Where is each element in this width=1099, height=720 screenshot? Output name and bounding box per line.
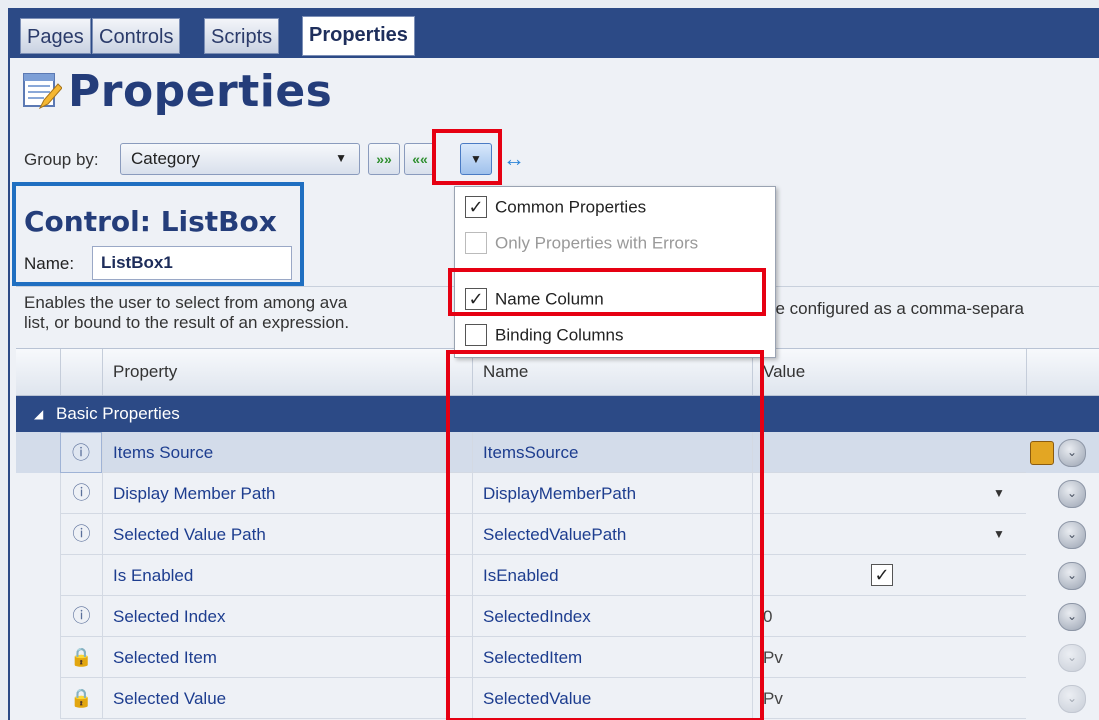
property-cell: Selected Item — [102, 637, 472, 678]
table-row[interactable]: ⓘ Display Member Path DisplayMemberPath … — [16, 473, 1099, 514]
checkbox-checked[interactable]: ✓ — [465, 196, 487, 218]
table-row[interactable]: ⓘ Selected Value Path SelectedValuePath … — [16, 514, 1099, 555]
options-button: ⌄ — [1058, 685, 1086, 713]
value-column-header[interactable]: Value — [752, 349, 1026, 395]
property-cell: Items Source — [102, 432, 472, 473]
name-cell: SelectedValue — [472, 678, 752, 719]
collapse-all-icon: «« — [412, 151, 428, 167]
menu-item-binding-columns[interactable]: Binding Columns — [465, 324, 624, 347]
chevron-down-icon[interactable]: ▼ — [993, 514, 1005, 555]
menu-item-label: Common Properties — [495, 197, 647, 217]
collapse-all-button[interactable]: «« — [404, 143, 436, 175]
options-dropdown-menu: ✓ Common Properties Only Properties with … — [454, 186, 776, 358]
tab-properties[interactable]: Properties — [302, 16, 415, 56]
control-name-field[interactable]: ListBox1 — [92, 246, 292, 280]
properties-panel: Pages Controls Scripts Properties Proper… — [8, 8, 1099, 720]
group-by-value: Category — [131, 149, 200, 168]
empty-icon-cell — [60, 555, 102, 596]
description-line2: list, or bound to the result of an expre… — [24, 313, 350, 332]
resize-columns-icon[interactable]: ↔ — [503, 148, 525, 170]
checkbox-unchecked[interactable] — [465, 324, 487, 346]
tab-bar: Pages Controls Scripts Properties — [10, 10, 1099, 58]
description-line1-end: be configured as a comma-separa — [766, 299, 1024, 318]
value-cell: Pv — [752, 678, 1026, 719]
lock-icon: 🔒 — [60, 637, 102, 678]
description-line1: Enables the user to select from among av… — [24, 293, 348, 312]
menu-item-only-errors: Only Properties with Errors — [465, 232, 699, 255]
options-dropdown-button[interactable]: ▼ — [460, 143, 492, 175]
expand-all-icon: »» — [376, 151, 392, 167]
icon-column-header — [60, 349, 102, 395]
control-title: Control: ListBox — [24, 205, 277, 238]
table-row[interactable]: 🔒 Selected Item SelectedItem Pv ⌄ — [16, 637, 1099, 678]
chevron-down-icon: ▼ — [470, 152, 482, 166]
value-cell[interactable]: ▼ — [752, 514, 1026, 555]
group-by-select[interactable]: Category ▼ — [120, 143, 360, 175]
table-row[interactable]: ⓘ Items Source ItemsSource ⌄ — [16, 432, 1099, 473]
property-column-header[interactable]: Property — [102, 349, 472, 395]
options-button[interactable]: ⌄ — [1058, 480, 1086, 508]
checkbox-unchecked — [465, 232, 487, 254]
name-cell: SelectedItem — [472, 637, 752, 678]
value-cell[interactable]: ▼ — [752, 473, 1026, 514]
options-button: ⌄ — [1058, 644, 1086, 672]
name-cell: DisplayMemberPath — [472, 473, 752, 514]
tab-scripts[interactable]: Scripts — [204, 18, 280, 54]
properties-icon — [22, 70, 63, 112]
table-row[interactable]: Is Enabled IsEnabled ✓ ⌄ — [16, 555, 1099, 596]
options-button[interactable]: ⌄ — [1058, 603, 1086, 631]
value-cell[interactable]: 0 — [752, 596, 1026, 637]
info-icon[interactable]: ⓘ — [60, 596, 102, 637]
expand-all-button[interactable]: »» — [368, 143, 400, 175]
name-cell: IsEnabled — [472, 555, 752, 596]
name-label: Name: — [24, 254, 75, 273]
name-cell: ItemsSource — [472, 432, 752, 473]
tab-pages[interactable]: Pages — [20, 18, 91, 54]
value-cell[interactable] — [752, 432, 1026, 473]
chevron-down-icon[interactable]: ▼ — [993, 473, 1005, 514]
group-by-label: Group by: — [24, 150, 99, 169]
table-row[interactable]: 🔒 Selected Value SelectedValue Pv ⌄ — [16, 678, 1099, 719]
chevron-down-icon: ▼ — [335, 151, 347, 165]
table-row[interactable]: ⓘ Selected Index SelectedIndex 0 ⌄ — [16, 596, 1099, 637]
group-basic-properties[interactable]: ◢ Basic Properties — [16, 396, 1099, 432]
lock-icon: 🔒 — [60, 678, 102, 719]
value-cell: Pv — [752, 637, 1026, 678]
value-cell: ✓ — [752, 555, 1026, 596]
options-button[interactable]: ⌄ — [1058, 439, 1086, 467]
property-cell: Is Enabled — [102, 555, 472, 596]
tab-controls[interactable]: Controls — [92, 18, 181, 54]
menu-item-name-column[interactable]: ✓ Name Column — [465, 288, 604, 311]
is-enabled-checkbox[interactable]: ✓ — [871, 564, 893, 586]
name-cell: SelectedIndex — [472, 596, 752, 637]
menu-item-label: Name Column — [495, 289, 604, 309]
options-button[interactable]: ⌄ — [1058, 562, 1086, 590]
info-icon[interactable]: ⓘ — [60, 432, 102, 473]
page-title: Properties — [68, 66, 333, 117]
property-cell: Display Member Path — [102, 473, 472, 514]
script-icon[interactable] — [1030, 441, 1054, 465]
extra-column-header — [1026, 349, 1099, 395]
info-icon[interactable]: ⓘ — [60, 473, 102, 514]
options-button[interactable]: ⌄ — [1058, 521, 1086, 549]
menu-item-label: Binding Columns — [495, 325, 624, 345]
menu-item-label: Only Properties with Errors — [495, 233, 699, 253]
name-cell: SelectedValuePath — [472, 514, 752, 555]
menu-item-common-properties[interactable]: ✓ Common Properties — [465, 196, 647, 219]
property-cell: Selected Value Path — [102, 514, 472, 555]
property-cell: Selected Value — [102, 678, 472, 719]
group-label: Basic Properties — [56, 404, 180, 423]
property-cell: Selected Index — [102, 596, 472, 637]
info-icon[interactable]: ⓘ — [60, 514, 102, 555]
checkbox-checked[interactable]: ✓ — [465, 288, 487, 310]
collapse-triangle-icon: ◢ — [34, 407, 44, 421]
menu-divider — [463, 269, 763, 270]
